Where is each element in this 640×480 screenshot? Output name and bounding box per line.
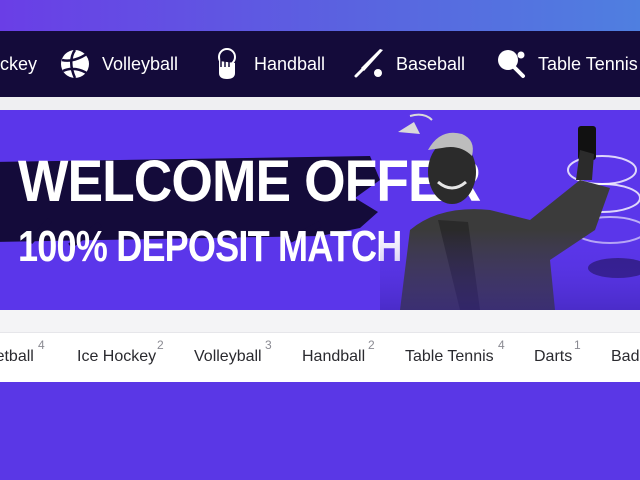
nav-item-volleyball[interactable]: Volleyball xyxy=(58,31,178,97)
nav-item-label: Baseball xyxy=(396,53,466,74)
nav-item-label: Ice Hockey xyxy=(0,53,38,74)
banner-bottom-gap xyxy=(0,310,640,332)
tab-count: 2 xyxy=(157,338,164,352)
tab-count: 1 xyxy=(574,338,581,352)
sport-tabs: Basketball 4 Ice Hockey 2 Volleyball 3 H… xyxy=(0,332,640,382)
nav-item-label: Table Tennis xyxy=(538,53,638,74)
nav-item-ice-hockey[interactable]: Ice Hockey xyxy=(0,31,37,97)
tab-count: 3 xyxy=(265,338,272,352)
tab-count: 2 xyxy=(368,338,375,352)
volleyball-icon xyxy=(58,47,92,81)
handball-icon xyxy=(210,47,244,81)
nav-item-label: Volleyball xyxy=(102,53,179,74)
nav-item-handball[interactable]: Handball xyxy=(210,31,325,97)
welcome-offer-banner[interactable]: WELCOME OFFER 100% DEPOSIT MATCH xyxy=(0,110,640,310)
nav-item-table-tennis[interactable]: Table Tennis xyxy=(494,31,638,97)
tab-label: Table Tennis xyxy=(405,348,494,365)
table-tennis-icon xyxy=(494,47,528,81)
tab-label: Darts xyxy=(534,348,573,365)
nav-item-label: Handball xyxy=(254,53,326,74)
tab-count: 4 xyxy=(38,338,45,352)
banner-subtitle: 100% DEPOSIT MATCH xyxy=(18,222,402,271)
nav-item-baseball[interactable]: Baseball xyxy=(352,31,465,97)
nav-separator xyxy=(0,97,640,110)
tab-count: 4 xyxy=(498,338,505,352)
tab-label: Ice Hockey xyxy=(77,348,157,365)
baseball-icon xyxy=(352,47,386,81)
tab-label: Badminton xyxy=(611,348,640,365)
tab-label: Volleyball xyxy=(194,348,262,365)
promo-person-illustration xyxy=(380,113,640,310)
tab-label: Handball xyxy=(302,348,366,365)
tab-label: Basketball xyxy=(0,348,34,365)
top-gradient-strip xyxy=(0,0,640,31)
page-background xyxy=(0,382,640,480)
sport-category-nav: Ice Hockey Volleyball Handball Baseball … xyxy=(0,31,640,97)
